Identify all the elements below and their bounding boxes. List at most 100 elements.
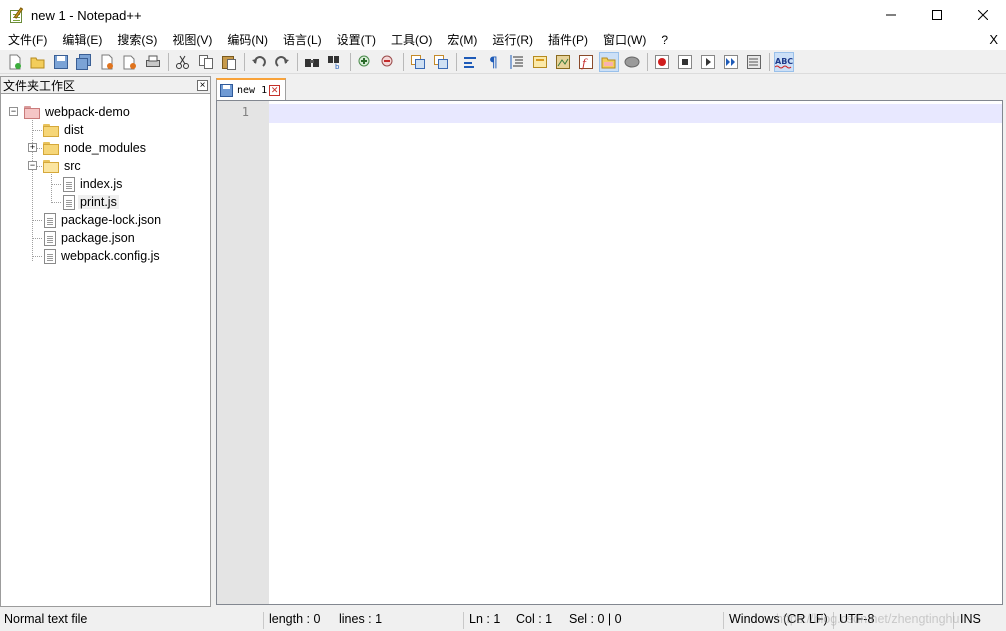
close-file-icon[interactable] xyxy=(97,52,117,72)
word-wrap-icon[interactable] xyxy=(461,52,481,72)
maximize-icon xyxy=(932,10,942,20)
tree-item-src[interactable]: src xyxy=(43,157,83,175)
menu-help[interactable]: ? xyxy=(653,30,675,50)
file-icon xyxy=(63,176,75,192)
maximize-button[interactable] xyxy=(914,0,960,30)
menu-edit[interactable]: 编辑(E) xyxy=(54,30,109,50)
menu-encoding[interactable]: 编码(N) xyxy=(219,30,275,50)
spell-check-icon[interactable]: ABC xyxy=(774,51,794,72)
tree-line xyxy=(32,256,42,257)
notepad-plus-plus-icon xyxy=(9,7,25,23)
line-number: 1 xyxy=(241,105,249,119)
text-editor[interactable]: 1 xyxy=(216,100,1003,605)
tree-item-dist[interactable]: dist xyxy=(43,121,85,139)
panel-title: 文件夹工作区 xyxy=(3,78,76,93)
show-all-chars-icon[interactable]: ¶ xyxy=(484,52,504,72)
title-bar: new 1 - Notepad++ xyxy=(0,0,1006,30)
tree-item-package-lock-json[interactable]: package-lock.json xyxy=(44,211,163,229)
close-all-icon[interactable] xyxy=(120,52,140,72)
tree-line xyxy=(32,220,42,221)
menu-language[interactable]: 语言(L) xyxy=(275,30,329,50)
user-language-icon[interactable] xyxy=(530,52,550,72)
tab-label: new 1 xyxy=(237,84,268,96)
status-column: Col : 1 xyxy=(516,612,553,626)
indent-guide-icon[interactable] xyxy=(507,52,527,72)
menu-tools[interactable]: 工具(O) xyxy=(383,30,439,50)
current-line-highlight xyxy=(269,104,1002,123)
doc-map-icon[interactable] xyxy=(553,52,573,72)
folder-as-workspace-icon[interactable] xyxy=(599,51,619,72)
close-document-button[interactable]: X xyxy=(987,30,1000,50)
status-insert-mode: INS xyxy=(960,612,981,626)
minimize-button[interactable] xyxy=(868,0,914,30)
stop-record-icon[interactable] xyxy=(675,52,695,72)
function-list-icon[interactable]: f xyxy=(576,52,596,72)
menu-settings[interactable]: 设置(T) xyxy=(329,30,383,50)
menu-view[interactable]: 视图(V) xyxy=(164,30,219,50)
copy-icon[interactable] xyxy=(196,52,216,72)
menu-macro[interactable]: 宏(M) xyxy=(439,30,484,50)
folder-workspace-panel: 文件夹工作区 × − webpack-demo dist + node_modu… xyxy=(0,76,211,607)
panel-close-button[interactable]: × xyxy=(197,79,208,91)
replace-icon[interactable]: b xyxy=(325,52,345,72)
open-file-icon[interactable] xyxy=(28,52,48,72)
collapse-toggle[interactable]: − xyxy=(28,161,37,170)
new-file-icon[interactable] xyxy=(5,52,25,72)
tree-item-webpack-demo[interactable]: webpack-demo xyxy=(24,103,132,121)
save-icon[interactable] xyxy=(51,52,71,72)
menu-run[interactable]: 运行(R) xyxy=(484,30,540,50)
menu-plugins[interactable]: 插件(P) xyxy=(540,30,595,50)
monitoring-icon[interactable] xyxy=(622,52,642,72)
line-number-gutter: 1 xyxy=(217,101,269,604)
svg-text:¶: ¶ xyxy=(489,55,498,70)
sync-horizontal-icon[interactable] xyxy=(431,52,451,72)
status-lines: lines : 1 xyxy=(339,612,383,626)
tab-close-button[interactable]: ✕ xyxy=(269,84,281,96)
record-macro-icon[interactable] xyxy=(652,52,672,72)
tab-new-1[interactable]: new 1 ✕ xyxy=(216,78,286,100)
zoom-out-icon[interactable] xyxy=(378,52,398,72)
cut-icon[interactable] xyxy=(173,52,193,72)
menu-window[interactable]: 窗口(W) xyxy=(595,30,653,50)
folder-icon xyxy=(43,123,59,137)
save-all-icon[interactable] xyxy=(74,52,94,72)
tree-item-package-json[interactable]: package.json xyxy=(44,229,137,247)
zoom-in-icon[interactable] xyxy=(355,52,375,72)
tree-line xyxy=(37,148,42,149)
toolbar-separator xyxy=(769,52,770,71)
document-tab-bar: new 1 ✕ xyxy=(214,76,1004,100)
print-icon[interactable] xyxy=(143,52,163,72)
toolbar-separator xyxy=(168,52,169,71)
menu-file[interactable]: 文件(F) xyxy=(0,30,54,50)
toolbar-separator xyxy=(456,52,457,71)
paste-icon[interactable] xyxy=(219,52,239,72)
save-macro-icon[interactable] xyxy=(744,52,764,72)
play-macro-icon[interactable] xyxy=(698,52,718,72)
svg-text:ABC: ABC xyxy=(775,57,793,66)
menu-search[interactable]: 搜索(S) xyxy=(109,30,164,50)
run-macro-multiple-icon[interactable] xyxy=(721,52,741,72)
status-divider xyxy=(463,612,464,629)
toolbar-separator xyxy=(403,52,404,71)
save-icon xyxy=(220,83,233,97)
find-icon[interactable] xyxy=(302,52,322,72)
sync-vertical-icon[interactable] xyxy=(408,52,428,72)
tree-item-print-js[interactable]: print.js xyxy=(63,193,119,211)
window-title: new 1 - Notepad++ xyxy=(31,7,142,23)
undo-icon[interactable] xyxy=(249,52,269,72)
minimize-icon xyxy=(886,14,896,16)
tree-item-webpack-config-js[interactable]: webpack.config.js xyxy=(44,247,162,265)
collapse-toggle[interactable]: − xyxy=(9,107,18,116)
toolbar-separator xyxy=(244,52,245,71)
file-icon xyxy=(44,248,56,264)
redo-icon[interactable] xyxy=(272,52,292,72)
file-icon xyxy=(44,230,56,246)
project-folder-icon xyxy=(24,105,40,119)
tree-item-index-js[interactable]: index.js xyxy=(63,175,124,193)
status-file-type: Normal text file xyxy=(4,612,88,626)
tree-line xyxy=(51,202,61,203)
tree-item-node-modules[interactable]: node_modules xyxy=(43,139,148,157)
panel-header: 文件夹工作区 × xyxy=(1,77,210,94)
expand-toggle[interactable]: + xyxy=(28,143,37,152)
close-window-button[interactable] xyxy=(960,0,1006,30)
